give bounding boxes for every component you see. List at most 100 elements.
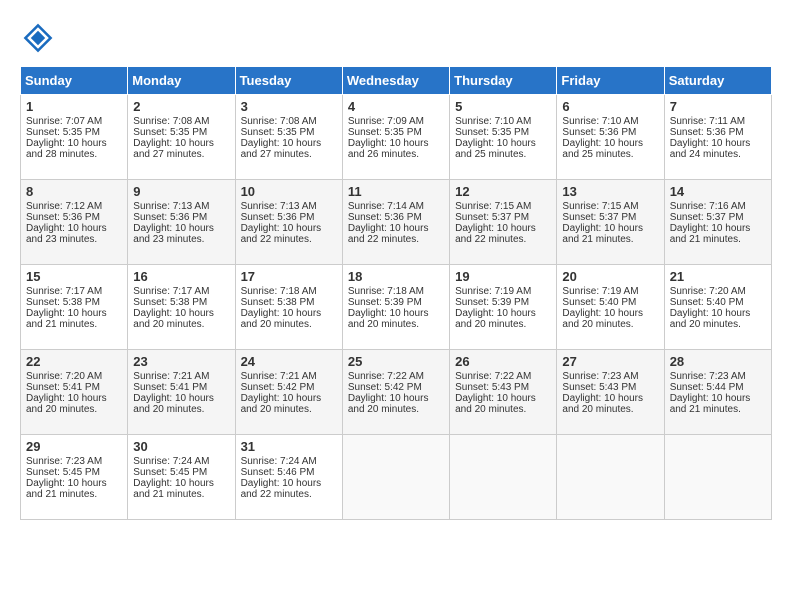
day-info-line: Sunrise: 7:18 AM bbox=[241, 286, 337, 297]
day-info-line: Sunset: 5:36 PM bbox=[562, 127, 658, 138]
calendar-cell: 17Sunrise: 7:18 AMSunset: 5:38 PMDayligh… bbox=[235, 265, 342, 350]
calendar-cell bbox=[342, 435, 449, 520]
day-info-line: Sunset: 5:38 PM bbox=[133, 297, 229, 308]
calendar-cell: 24Sunrise: 7:21 AMSunset: 5:42 PMDayligh… bbox=[235, 350, 342, 435]
day-info-line: Sunrise: 7:19 AM bbox=[562, 286, 658, 297]
calendar-cell bbox=[557, 435, 664, 520]
day-number: 29 bbox=[26, 439, 122, 454]
day-info-line: Sunrise: 7:17 AM bbox=[26, 286, 122, 297]
day-info-line: Daylight: 10 hours bbox=[562, 223, 658, 234]
day-info-line: Daylight: 10 hours bbox=[241, 138, 337, 149]
day-number: 26 bbox=[455, 354, 551, 369]
day-info-line: Daylight: 10 hours bbox=[670, 393, 766, 404]
day-info-line: and 21 minutes. bbox=[26, 489, 122, 500]
day-info-line: Sunset: 5:46 PM bbox=[241, 467, 337, 478]
day-number: 25 bbox=[348, 354, 444, 369]
day-info-line: Daylight: 10 hours bbox=[670, 223, 766, 234]
calendar-cell: 16Sunrise: 7:17 AMSunset: 5:38 PMDayligh… bbox=[128, 265, 235, 350]
calendar-cell: 31 Sunrise: 7:24 AMSunset: 5:46 PMDayligh… bbox=[235, 435, 342, 520]
day-number: 13 bbox=[562, 184, 658, 199]
day-info-line: Sunset: 5:41 PM bbox=[133, 382, 229, 393]
logo-icon bbox=[20, 20, 56, 56]
day-info-line: and 20 minutes. bbox=[455, 319, 551, 330]
day-info-line: and 23 minutes. bbox=[133, 234, 229, 245]
day-info-line: and 20 minutes. bbox=[562, 319, 658, 330]
day-info-line: Sunset: 5:37 PM bbox=[670, 212, 766, 223]
day-info-line: and 23 minutes. bbox=[26, 234, 122, 245]
day-info-line: Sunset: 5:38 PM bbox=[26, 297, 122, 308]
day-number: 22 bbox=[26, 354, 122, 369]
calendar-cell: 13Sunrise: 7:15 AMSunset: 5:37 PMDayligh… bbox=[557, 180, 664, 265]
day-info-line: Sunrise: 7:19 AM bbox=[455, 286, 551, 297]
day-info-line: Sunset: 5:37 PM bbox=[455, 212, 551, 223]
day-info-line: Sunrise: 7:07 AM bbox=[26, 116, 122, 127]
day-number: 1 bbox=[26, 99, 122, 114]
calendar-cell: 25Sunrise: 7:22 AMSunset: 5:42 PMDayligh… bbox=[342, 350, 449, 435]
day-info-line: Daylight: 10 hours bbox=[241, 223, 337, 234]
day-info-line: Daylight: 10 hours bbox=[26, 478, 122, 489]
calendar-cell: 27Sunrise: 7:23 AMSunset: 5:43 PMDayligh… bbox=[557, 350, 664, 435]
day-info-line: Sunrise: 7:10 AM bbox=[455, 116, 551, 127]
day-info-line: and 22 minutes. bbox=[241, 489, 337, 500]
week-row-3: 15Sunrise: 7:17 AMSunset: 5:38 PMDayligh… bbox=[21, 265, 772, 350]
day-info-line: and 20 minutes. bbox=[670, 319, 766, 330]
day-info-line: Sunrise: 7:10 AM bbox=[562, 116, 658, 127]
calendar-cell: 10Sunrise: 7:13 AMSunset: 5:36 PMDayligh… bbox=[235, 180, 342, 265]
day-info-line: Daylight: 10 hours bbox=[562, 138, 658, 149]
day-info-line: Sunset: 5:39 PM bbox=[348, 297, 444, 308]
day-number: 23 bbox=[133, 354, 229, 369]
day-info-line: Sunset: 5:35 PM bbox=[241, 127, 337, 138]
day-info-line: Daylight: 10 hours bbox=[455, 138, 551, 149]
calendar-cell: 23 Sunrise: 7:21 AMSunset: 5:41 PMDayligh… bbox=[128, 350, 235, 435]
day-info-line: and 20 minutes. bbox=[133, 404, 229, 415]
calendar-cell: 3Sunrise: 7:08 AMSunset: 5:35 PMDaylight… bbox=[235, 95, 342, 180]
day-number: 12 bbox=[455, 184, 551, 199]
day-number: 9 bbox=[133, 184, 229, 199]
day-info-line: and 22 minutes. bbox=[241, 234, 337, 245]
day-info-line: Daylight: 10 hours bbox=[348, 393, 444, 404]
day-info-line: Sunset: 5:35 PM bbox=[26, 127, 122, 138]
day-number: 4 bbox=[348, 99, 444, 114]
day-info-line: Sunset: 5:36 PM bbox=[26, 212, 122, 223]
day-info-line: Sunrise: 7:09 AM bbox=[348, 116, 444, 127]
day-number: 16 bbox=[133, 269, 229, 284]
day-info-line: Sunrise: 7:24 AM bbox=[241, 456, 337, 467]
day-info-line: and 21 minutes. bbox=[670, 234, 766, 245]
day-info-line: and 21 minutes. bbox=[26, 319, 122, 330]
day-info-line: Sunrise: 7:12 AM bbox=[26, 201, 122, 212]
col-header-saturday: Saturday bbox=[664, 67, 771, 95]
calendar-cell: 18Sunrise: 7:18 AMSunset: 5:39 PMDayligh… bbox=[342, 265, 449, 350]
day-number: 31 bbox=[241, 439, 337, 454]
day-number: 7 bbox=[670, 99, 766, 114]
day-info-line: and 20 minutes. bbox=[133, 319, 229, 330]
day-info-line: Sunset: 5:42 PM bbox=[348, 382, 444, 393]
day-info-line: Sunrise: 7:23 AM bbox=[562, 371, 658, 382]
day-info-line: Daylight: 10 hours bbox=[241, 308, 337, 319]
calendar-cell: 15 Sunrise: 7:17 AMSunset: 5:38 PMDayligh… bbox=[21, 265, 128, 350]
calendar-cell: 14Sunrise: 7:16 AMSunset: 5:37 PMDayligh… bbox=[664, 180, 771, 265]
day-info-line: Sunrise: 7:20 AM bbox=[26, 371, 122, 382]
day-info-line: and 21 minutes. bbox=[670, 404, 766, 415]
day-info-line: Sunrise: 7:11 AM bbox=[670, 116, 766, 127]
day-info-line: Sunrise: 7:23 AM bbox=[670, 371, 766, 382]
day-info-line: Daylight: 10 hours bbox=[26, 308, 122, 319]
day-info-line: Daylight: 10 hours bbox=[133, 393, 229, 404]
day-info-line: Sunrise: 7:21 AM bbox=[133, 371, 229, 382]
day-info-line: and 20 minutes. bbox=[455, 404, 551, 415]
day-info-line: Daylight: 10 hours bbox=[670, 308, 766, 319]
day-info-line: Daylight: 10 hours bbox=[348, 223, 444, 234]
calendar-cell: 28Sunrise: 7:23 AMSunset: 5:44 PMDayligh… bbox=[664, 350, 771, 435]
day-info-line: Sunset: 5:43 PM bbox=[455, 382, 551, 393]
calendar-table: SundayMondayTuesdayWednesdayThursdayFrid… bbox=[20, 66, 772, 520]
day-info-line: Daylight: 10 hours bbox=[241, 478, 337, 489]
calendar-cell: 19Sunrise: 7:19 AMSunset: 5:39 PMDayligh… bbox=[450, 265, 557, 350]
day-number: 6 bbox=[562, 99, 658, 114]
calendar-cell: 29Sunrise: 7:23 AMSunset: 5:45 PMDayligh… bbox=[21, 435, 128, 520]
day-info-line: Sunset: 5:45 PM bbox=[133, 467, 229, 478]
day-info-line: Sunset: 5:39 PM bbox=[455, 297, 551, 308]
day-info-line: Daylight: 10 hours bbox=[562, 393, 658, 404]
day-info-line: Sunset: 5:36 PM bbox=[241, 212, 337, 223]
day-number: 15 bbox=[26, 269, 122, 284]
day-info-line: and 20 minutes. bbox=[348, 319, 444, 330]
day-info-line: Sunset: 5:38 PM bbox=[241, 297, 337, 308]
